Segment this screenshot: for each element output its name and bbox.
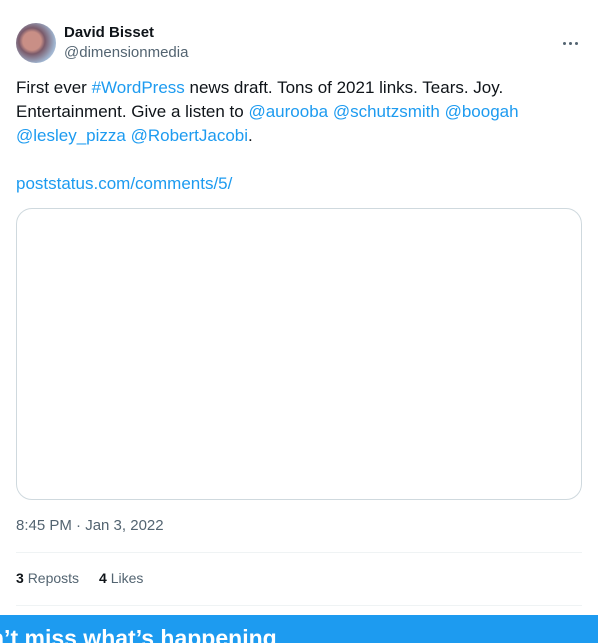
divider [16,552,582,553]
mention-link[interactable]: @RobertJacobi [131,126,248,145]
author-names: David Bisset @dimensionmedia [64,23,188,63]
mention-link[interactable]: @lesley_pizza [16,126,126,145]
post-text: First ever #WordPress news draft. Tons o… [16,76,582,196]
url-link[interactable]: poststatus.com/comments/5/ [16,174,232,193]
more-dot [562,41,566,45]
likes-label: Likes [110,570,144,586]
avatar[interactable] [16,23,56,63]
banner-text: n’t miss what’s happening [0,625,277,643]
more-options-icon[interactable] [558,31,582,55]
hashtag-link[interactable]: #WordPress [92,78,185,97]
text-segment: First ever [16,78,92,97]
mention-link[interactable]: @schutzsmith [333,102,440,121]
author-handle[interactable]: @dimensionmedia [64,43,188,63]
author-display-name[interactable]: David Bisset [64,23,188,43]
post-timestamp[interactable]: 8:45 PM · Jan 3, 2022 [16,516,164,536]
more-dot [568,41,572,45]
post-header: David Bisset @dimensionmedia [16,22,582,64]
likes-count: 4 [99,570,107,586]
reposts-stat[interactable]: 3 Reposts [16,568,79,588]
text-segment: . [248,126,253,145]
more-dot [574,41,578,45]
login-banner: n’t miss what’s happening [0,615,598,643]
reposts-count: 3 [16,570,24,586]
media-card[interactable] [16,208,582,500]
divider [16,605,582,606]
mention-link[interactable]: @aurooba [248,102,328,121]
post-stats: 3 Reposts 4 Likes [16,568,143,588]
likes-stat[interactable]: 4 Likes [99,568,143,588]
reposts-label: Reposts [27,570,80,586]
mention-link[interactable]: @boogah [445,102,519,121]
